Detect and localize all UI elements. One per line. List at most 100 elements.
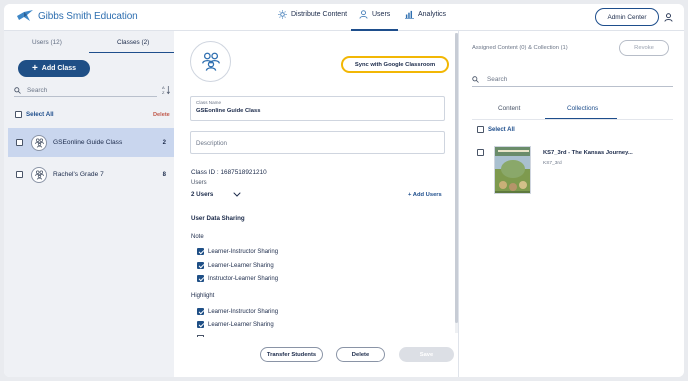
collection-cover-image[interactable]: [494, 146, 531, 194]
highlight-checkbox[interactable]: [197, 321, 204, 328]
description-field[interactable]: Description: [190, 131, 445, 154]
search-icon: [472, 76, 479, 83]
nav-analytics[interactable]: Analytics: [405, 10, 446, 19]
sort-az-icon[interactable]: A Z: [162, 85, 171, 95]
collection-checkbox[interactable]: [477, 149, 484, 156]
note-checkbox[interactable]: [197, 275, 204, 282]
chevron-down-icon: [233, 192, 242, 197]
nav-users[interactable]: Users: [350, 10, 399, 31]
add-class-label: Add Class: [41, 65, 77, 72]
nav-label: Analytics: [418, 11, 447, 18]
book-cover-art: [495, 147, 530, 193]
transfer-students-button[interactable]: Transfer Students: [260, 347, 323, 362]
note-option[interactable]: Learner-Learner Sharing: [197, 262, 274, 269]
class-name-value: GSEonline Guide Class: [196, 108, 261, 114]
collection-subtitle: KS7_3rd: [543, 161, 562, 166]
group-icon: [34, 138, 44, 148]
note-checkbox[interactable]: [197, 248, 204, 255]
tab-divider: [472, 119, 673, 120]
clipped-checkbox: [197, 335, 204, 337]
user-data-sharing-heading: User Data Sharing: [191, 215, 245, 222]
class-name: GSEonline Guide Class: [53, 139, 123, 146]
assigned-content-summary: Assigned Content (0) & Collection (1): [472, 45, 568, 51]
class-avatar: [31, 166, 47, 183]
revoke-button[interactable]: Revoke: [619, 40, 669, 56]
delete-classes-link[interactable]: Delete: [153, 112, 170, 118]
class-name-label: Class Name: [196, 100, 222, 105]
description-placeholder: Description: [196, 140, 227, 147]
highlight-option[interactable]: Learner-Learner Sharing: [197, 321, 274, 328]
class-name-field[interactable]: Class Name GSEonline Guide Class: [190, 96, 445, 121]
top-bar: Gibbs Smith Education Distribute Content…: [4, 4, 684, 31]
user-icon: [359, 10, 368, 19]
sync-google-classroom-button[interactable]: Sync with Google Classroom: [341, 56, 449, 73]
sun-icon: [278, 10, 287, 19]
assigned-content-panel: Assigned Content (0) & Collection (1) Re…: [460, 31, 684, 377]
select-all-classes[interactable]: Select All: [15, 111, 54, 118]
add-users-link[interactable]: + Add Users: [408, 192, 442, 198]
note-heading: Note: [191, 234, 204, 240]
users-dropdown[interactable]: 2 Users: [191, 191, 242, 198]
note-option[interactable]: Instructor-Learner Sharing: [197, 275, 278, 282]
users-label: Users: [191, 180, 207, 186]
app-window: Gibbs Smith Education Distribute Content…: [4, 4, 684, 377]
users-selected-value: 2 Users: [191, 191, 214, 198]
logo[interactable]: Gibbs Smith Education: [16, 10, 138, 22]
class-details-panel: Sync with Google Classroom Class Name GS…: [174, 31, 459, 377]
svg-text:Z: Z: [162, 90, 165, 95]
note-option-label: Learner-Instructor Sharing: [208, 248, 279, 255]
class-user-count: 8: [162, 171, 166, 178]
note-option[interactable]: Learner-Instructor Sharing: [197, 248, 278, 255]
delete-class-button[interactable]: Delete: [336, 347, 385, 362]
tab-content[interactable]: Content: [498, 105, 520, 112]
select-all-checkbox[interactable]: [15, 111, 22, 118]
left-panel: Users (12) Classes (2) + Add Class Searc…: [4, 31, 174, 377]
select-all-label: Select All: [26, 111, 54, 118]
highlight-heading: Highlight: [191, 293, 215, 299]
class-checkbox[interactable]: [16, 171, 23, 178]
collection-title[interactable]: KS7_3rd - The Kansas Journey...: [543, 150, 633, 156]
group-icon: [34, 170, 44, 180]
highlight-option-label: Learner-Learner Sharing: [208, 321, 274, 328]
class-avatar-large: [190, 41, 231, 82]
select-all-collections[interactable]: Select All: [477, 126, 515, 133]
active-tab-indicator: [545, 118, 617, 119]
note-checkbox[interactable]: [197, 262, 204, 269]
add-class-button[interactable]: + Add Class: [18, 60, 90, 77]
highlight-checkbox[interactable]: [197, 308, 204, 315]
note-option-label: Instructor-Learner Sharing: [208, 275, 279, 282]
highlight-option-label: Learner-Instructor Sharing: [208, 308, 279, 315]
tab-users[interactable]: Users (12): [32, 39, 62, 46]
nav-distribute-content[interactable]: Distribute Content: [278, 10, 347, 19]
scrollbar-thumb[interactable]: [455, 33, 458, 323]
class-row[interactable]: Rachel's Grade 7 8: [8, 160, 174, 189]
tab-collections[interactable]: Collections: [567, 105, 598, 112]
admin-center-button[interactable]: Admin Center: [595, 8, 659, 26]
class-avatar: [31, 134, 47, 151]
class-row[interactable]: GSEonline Guide Class 2: [8, 128, 174, 157]
search-placeholder: Search: [487, 76, 508, 83]
class-id: Class ID : 1687518921210: [191, 169, 267, 176]
save-button[interactable]: Save: [399, 347, 454, 362]
note-option-label: Learner-Learner Sharing: [208, 262, 274, 269]
search-placeholder: Search: [27, 87, 48, 94]
search-icon: [14, 87, 21, 94]
group-icon: [201, 52, 220, 71]
highlight-option[interactable]: Learner-Instructor Sharing: [197, 308, 278, 315]
profile-icon[interactable]: [664, 13, 673, 22]
select-all-checkbox[interactable]: [477, 126, 484, 133]
bar-chart-icon: [405, 10, 414, 19]
plus-icon: +: [31, 62, 38, 74]
class-name: Rachel's Grade 7: [53, 171, 104, 178]
tab-classes[interactable]: Classes (2): [117, 39, 149, 46]
class-user-count: 2: [162, 139, 166, 146]
nav-label: Users: [372, 11, 391, 18]
class-search-input[interactable]: Search: [14, 85, 157, 97]
logo-text: Gibbs Smith Education: [38, 10, 138, 22]
class-checkbox[interactable]: [16, 139, 23, 146]
content-search-input[interactable]: Search: [472, 73, 673, 87]
select-all-label: Select All: [488, 126, 515, 133]
nav-label: Distribute Content: [291, 11, 348, 18]
active-tab-indicator: [89, 52, 174, 53]
bird-logo-icon: [17, 10, 33, 21]
